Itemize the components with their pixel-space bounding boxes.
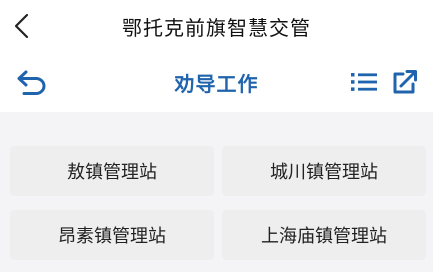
share-icon	[393, 70, 417, 94]
app-bar: 鄂托克前旗智慧交管	[0, 0, 433, 52]
station-grid: 敖镇管理站 城川镇管理站 昂素镇管理站 上海庙镇管理站	[0, 112, 433, 272]
station-card-ao[interactable]: 敖镇管理站	[10, 146, 214, 196]
station-card-chengchuan[interactable]: 城川镇管理站	[222, 146, 426, 196]
station-card-angsu[interactable]: 昂素镇管理站	[10, 210, 214, 260]
station-card-shanghaimiao[interactable]: 上海庙镇管理站	[222, 210, 426, 260]
list-button[interactable]	[347, 66, 381, 98]
share-button[interactable]	[388, 66, 422, 98]
list-icon	[351, 73, 377, 91]
app-title: 鄂托克前旗智慧交管	[122, 16, 311, 40]
section-toolbar: 劝导工作	[0, 52, 433, 112]
